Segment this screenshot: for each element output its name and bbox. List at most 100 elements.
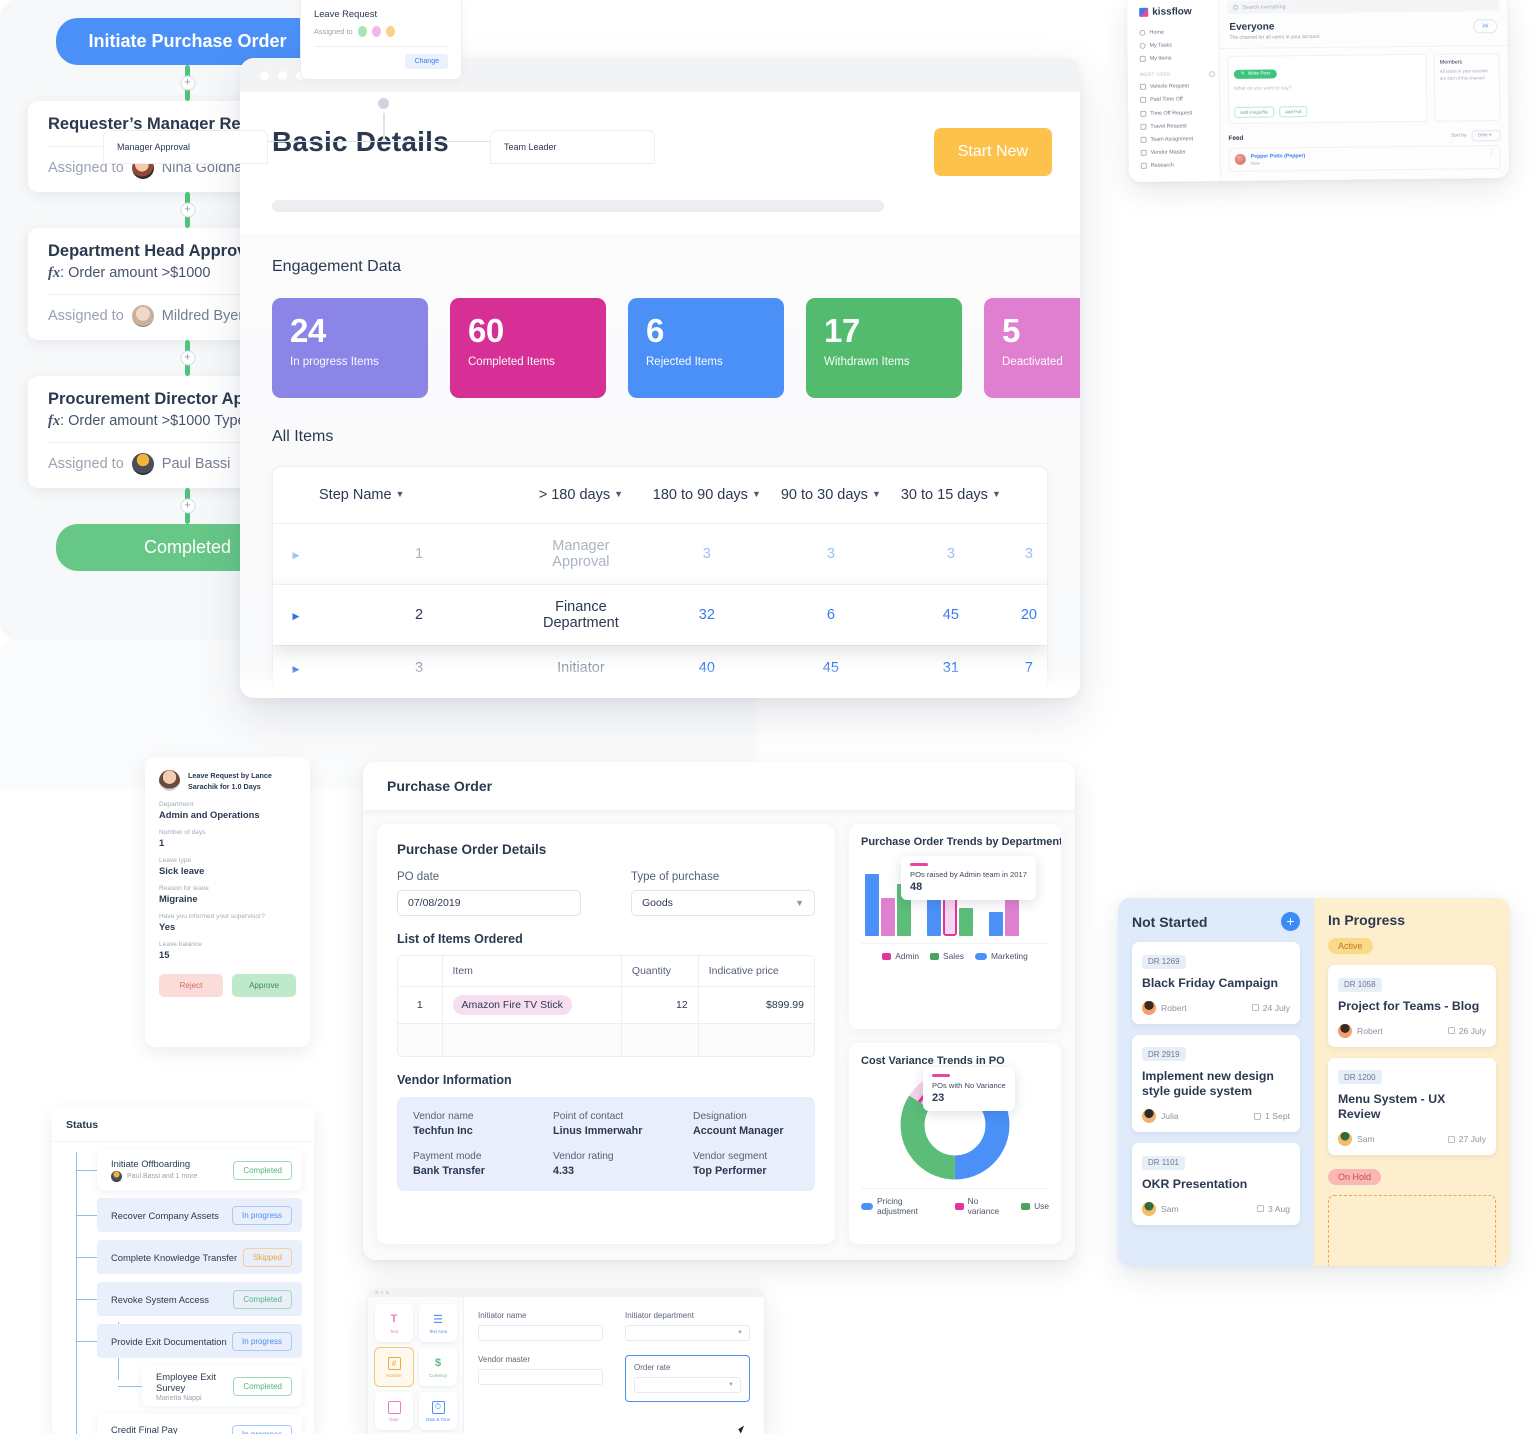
add-step-icon[interactable]: + [180, 350, 195, 366]
row-value[interactable]: 3 [770, 523, 891, 585]
order-rate-select[interactable]: ▼ [634, 1377, 741, 1393]
table-row[interactable]: ▶ 4 CEO Approval 10 9 25 3 [273, 690, 1047, 698]
po-date-input[interactable]: 07/08/2019 [397, 890, 581, 916]
bar-sales[interactable] [959, 908, 973, 936]
more-options-icon[interactable]: ⋮ [1488, 149, 1495, 156]
kanban-card[interactable]: DR 2919 Implement new design style guide… [1132, 1034, 1300, 1133]
status-row[interactable]: Revoke System Access Completed [76, 1282, 302, 1316]
column-header-180-plus[interactable]: > 180 days ▼ [519, 467, 643, 524]
legend-item-no-variance[interactable]: No variance [954, 1196, 1013, 1216]
kanban-card[interactable]: DR 1200 Menu System - UX Review Sam 27 J… [1328, 1057, 1496, 1156]
sort-control[interactable]: Sort by: Date ▾ [1451, 130, 1501, 142]
row-value[interactable]: 3 [642, 523, 771, 585]
sidebar-item-my-items[interactable]: My Items [1136, 51, 1219, 65]
bar-marketing[interactable] [865, 874, 879, 936]
reject-button[interactable]: Reject [159, 974, 223, 998]
engagement-card-rejected[interactable]: 6 Rejected Items [628, 298, 784, 398]
row-value[interactable]: 3 [1010, 690, 1047, 698]
sort-select[interactable]: Date ▾ [1471, 130, 1501, 142]
kanban-card[interactable]: DR 1269 Black Friday Campaign Robert 24 … [1132, 942, 1300, 1024]
status-row[interactable]: Recover Company Assets In progress [76, 1198, 302, 1232]
add-step-icon[interactable]: + [180, 498, 195, 514]
column-header-180-to-90[interactable]: 180 to 90 days ▼ [643, 467, 771, 524]
row-value[interactable]: 10 [642, 690, 771, 698]
status-row[interactable]: Provide Exit Documentation In progress [76, 1324, 302, 1358]
table-row[interactable]: ▶ 3 Initiator 40 45 31 7 [273, 645, 1047, 691]
row-value[interactable]: 3 [1010, 523, 1047, 585]
expand-row-icon[interactable]: ▶ [273, 584, 319, 646]
sidebar-item-research[interactable]: Research [1137, 159, 1220, 173]
row-item[interactable]: Amazon Fire TV Stick [442, 986, 622, 1024]
join-button[interactable]: Joi [1472, 19, 1498, 34]
post-author[interactable]: Pepper Potts (Pepper) [1251, 153, 1306, 160]
column-header-30-to-15[interactable]: 30 to 15 days ▼ [891, 467, 1011, 524]
initiator-name-input[interactable] [478, 1325, 603, 1341]
row-value[interactable]: 7 [1010, 645, 1047, 691]
legend-item-used[interactable]: Use [1021, 1201, 1049, 1211]
engagement-card-withdrawn[interactable]: 17 Withdrawn Items [806, 298, 962, 398]
feed-post[interactable]: Pepper Potts (Pepper) Now ⋮ [1228, 145, 1501, 172]
column-header-90-to-30[interactable]: 90 to 30 days ▼ [771, 467, 891, 524]
legend-item-marketing[interactable]: Marketing [974, 951, 1028, 961]
row-value[interactable]: 45 [890, 584, 1011, 646]
add-step-icon[interactable]: + [180, 202, 195, 218]
sidebar-item-travel-request[interactable]: Travel Request [1136, 119, 1219, 133]
sidebar-item-vendor-master[interactable]: Vendor Master [1137, 146, 1220, 160]
legend-item-sales[interactable]: Sales [930, 951, 964, 961]
status-row[interactable]: Initiate Offboarding Paul Bassi and 1 mo… [76, 1150, 302, 1190]
row-value[interactable]: 3 [890, 523, 1011, 585]
palette-item-date-time[interactable]: ⏱ Date & Time [419, 1392, 457, 1430]
sidebar-item-paid-time-off[interactable]: Paid Time Off [1136, 93, 1219, 107]
palette-item-currency[interactable]: $ Currency [419, 1348, 457, 1386]
sidebar-item-time-off-request[interactable]: Time Off Request [1136, 106, 1219, 120]
row-value[interactable]: 40 [642, 645, 771, 691]
palette-item-date[interactable]: Date [375, 1392, 413, 1430]
initiator-department-select[interactable]: ▼ [625, 1325, 750, 1341]
drop-placeholder[interactable] [1328, 1195, 1496, 1266]
column-header-step-name[interactable]: Step Name ▼ [319, 467, 519, 524]
search-icon[interactable] [1208, 70, 1215, 77]
kanban-card[interactable]: DR 1101 OKR Presentation Sam 3 Aug [1132, 1143, 1300, 1225]
expand-row-icon[interactable]: ▶ [273, 523, 319, 585]
status-row[interactable]: Complete Knowledge Transfer Skipped [76, 1240, 302, 1274]
bar-admin[interactable] [881, 898, 895, 936]
kanban-card[interactable]: DR 1058 Project for Teams - Blog Robert … [1328, 965, 1496, 1047]
approve-button[interactable]: Approve [232, 974, 296, 998]
expand-row-icon[interactable]: ▶ [273, 645, 319, 691]
status-row[interactable]: Employee Exit Survey Marietta Nappi Comp… [118, 1366, 302, 1406]
expand-row-icon[interactable]: ▶ [273, 690, 319, 698]
row-value[interactable]: 45 [770, 645, 891, 691]
legend-item-admin[interactable]: Admin [882, 951, 919, 961]
row-value[interactable]: 6 [770, 584, 891, 646]
table-row-empty[interactable] [398, 1023, 814, 1056]
vendor-master-input[interactable] [478, 1369, 603, 1385]
row-value[interactable]: 32 [642, 584, 771, 646]
composer-placeholder[interactable]: What do you want to say? [1234, 84, 1421, 104]
window-close-dot[interactable] [375, 1291, 378, 1294]
add-image-button[interactable]: Add image/file [1234, 106, 1275, 118]
post-composer[interactable]: ✎ Write Post What do you want to say? Ad… [1227, 53, 1428, 124]
add-card-button[interactable]: + [1281, 912, 1300, 931]
add-step-icon[interactable]: + [180, 75, 195, 91]
legend-item-pricing-adjustment[interactable]: Pricing adjustment [861, 1196, 946, 1216]
table-row[interactable]: 1 Amazon Fire TV Stick 12 $899.99 [398, 986, 814, 1024]
bar-admin[interactable] [1005, 894, 1019, 936]
type-of-purchase-select[interactable]: Goods ▼ [631, 890, 815, 916]
sidebar-item-home[interactable]: Home [1135, 25, 1218, 39]
row-value[interactable]: 20 [1010, 584, 1047, 646]
table-row[interactable]: ▶ 1 Manager Approval 3 3 3 3 [273, 523, 1047, 585]
engagement-card-deactivated[interactable]: 5 Deactivated [984, 298, 1080, 398]
row-value[interactable]: 9 [770, 690, 891, 698]
sidebar-item-vehicle-request[interactable]: Vehicle Request [1136, 80, 1219, 94]
order-rate-field-selected[interactable]: Order rate ▼ [625, 1355, 761, 1411]
add-poll-button[interactable]: Add Poll [1279, 106, 1308, 118]
palette-item-number[interactable]: # Number [375, 1348, 413, 1386]
palette-item-text-area[interactable]: ☰ Text Area [419, 1304, 457, 1342]
write-post-button[interactable]: ✎ Write Post [1233, 69, 1277, 80]
palette-item-text[interactable]: T Text [375, 1304, 413, 1342]
sidebar-item-team-assignment[interactable]: Team Assignment [1136, 132, 1219, 146]
start-new-button[interactable]: Start New [933, 128, 1052, 176]
window-maximize-dot[interactable] [386, 1291, 389, 1294]
status-row[interactable]: Credit Final Pay Lance Sarachik In progr… [97, 1414, 302, 1434]
bar-marketing[interactable] [989, 912, 1003, 936]
